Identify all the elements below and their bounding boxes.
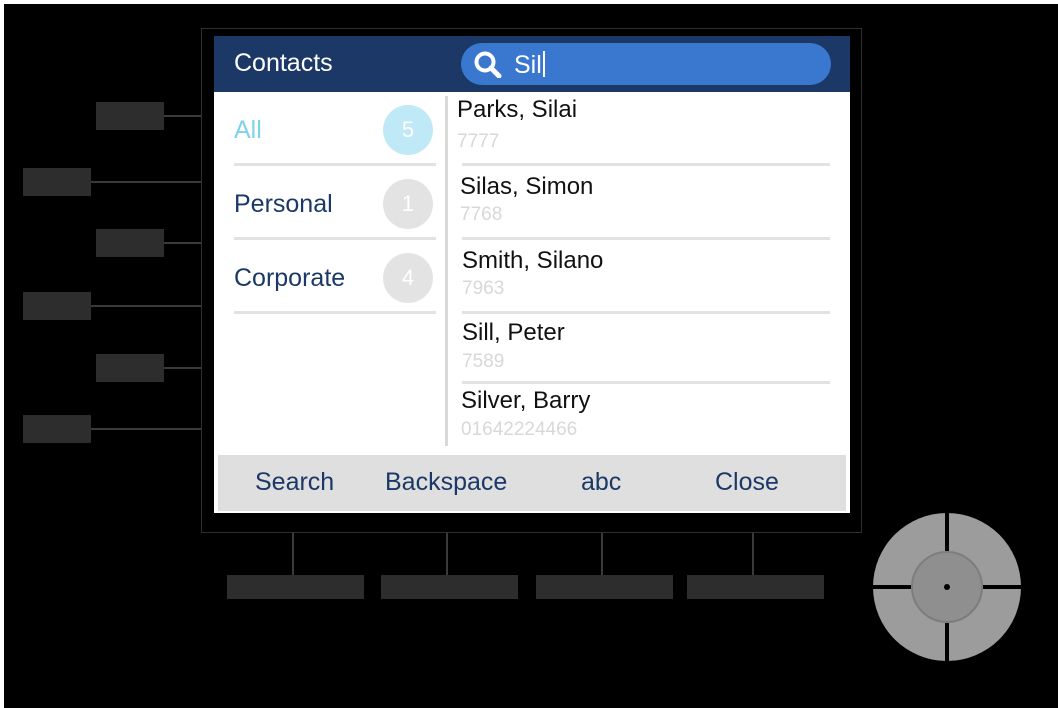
contact-number: 7963 — [462, 278, 505, 299]
line-key-left-3[interactable] — [96, 229, 164, 257]
navigation-pad[interactable] — [873, 513, 1021, 661]
contact-number: 7768 — [460, 204, 503, 225]
soft-key-connector — [601, 533, 603, 575]
backspace-button[interactable]: Backspace — [385, 468, 507, 497]
search-input[interactable]: Sil — [461, 43, 831, 85]
contact-name: Parks, Silai — [457, 96, 578, 123]
category-label: Corporate — [234, 264, 346, 292]
soft-key-connector — [292, 533, 294, 575]
line-key-left-4[interactable] — [23, 292, 91, 320]
contact-name: Sill, Peter — [462, 319, 565, 346]
contact-row[interactable]: Silver, Barry 01642224466 — [454, 384, 830, 446]
contact-row[interactable]: Sill, Peter 7589 — [454, 310, 830, 384]
line-key-connector — [91, 305, 201, 307]
soft-key-connector — [752, 533, 754, 575]
contact-number: 01642224466 — [461, 419, 578, 440]
contact-name: Silver, Barry — [461, 387, 591, 414]
search-query: Sil — [514, 51, 545, 80]
count-badge: 5 — [383, 105, 433, 155]
contact-number: 7777 — [457, 131, 500, 152]
contact-row[interactable]: Silas, Simon 7768 — [454, 166, 830, 240]
nav-down-divider — [945, 623, 949, 661]
soft-key-4[interactable] — [687, 575, 824, 599]
line-key-left-2[interactable] — [23, 168, 91, 196]
close-button[interactable]: Close — [715, 468, 779, 497]
search-button[interactable]: Search — [255, 468, 334, 497]
contact-number: 7589 — [462, 351, 505, 372]
line-key-connector — [91, 181, 201, 183]
count-badge: 4 — [383, 253, 433, 303]
soft-key-2[interactable] — [381, 575, 518, 599]
category-label: Personal — [234, 190, 333, 218]
line-key-connector — [164, 367, 201, 369]
nav-left-divider — [873, 585, 911, 589]
category-list: All 5 Personal 1 Corporate 4 — [214, 92, 444, 454]
contacts-screen: Contacts Sil All 5 Personal 1 Corporate … — [214, 36, 850, 513]
line-key-left-1[interactable] — [96, 102, 164, 130]
contact-name: Smith, Silano — [462, 247, 604, 274]
line-key-connector — [164, 242, 201, 244]
soft-key-connector — [446, 533, 448, 575]
soft-key-1[interactable] — [227, 575, 364, 599]
category-item-all[interactable]: All 5 — [234, 92, 436, 166]
category-item-personal[interactable]: Personal 1 — [234, 166, 436, 240]
count-badge: 1 — [383, 179, 433, 229]
column-divider — [445, 96, 448, 446]
select-dot-icon — [944, 584, 950, 590]
nav-select-button[interactable] — [911, 551, 983, 623]
contact-name: Silas, Simon — [460, 173, 594, 200]
text-caret — [542, 51, 545, 77]
line-key-connector — [91, 428, 201, 430]
category-label: All — [234, 116, 262, 144]
page-title: Contacts — [234, 49, 333, 77]
contact-row[interactable]: Smith, Silano 7963 — [454, 240, 830, 314]
line-key-connector — [164, 115, 201, 117]
line-key-left-6[interactable] — [23, 415, 91, 443]
search-icon — [474, 51, 502, 78]
category-item-corporate[interactable]: Corporate 4 — [234, 240, 436, 314]
nav-up-divider — [945, 513, 949, 551]
soft-key-3[interactable] — [536, 575, 673, 599]
contact-row[interactable]: Parks, Silai 7777 — [454, 92, 830, 166]
line-key-left-5[interactable] — [96, 354, 164, 382]
nav-right-divider — [983, 585, 1021, 589]
softkey-bar: Search Backspace abc Close — [218, 455, 846, 511]
header-bar: Contacts Sil — [214, 36, 850, 92]
abc-button[interactable]: abc — [581, 468, 621, 497]
